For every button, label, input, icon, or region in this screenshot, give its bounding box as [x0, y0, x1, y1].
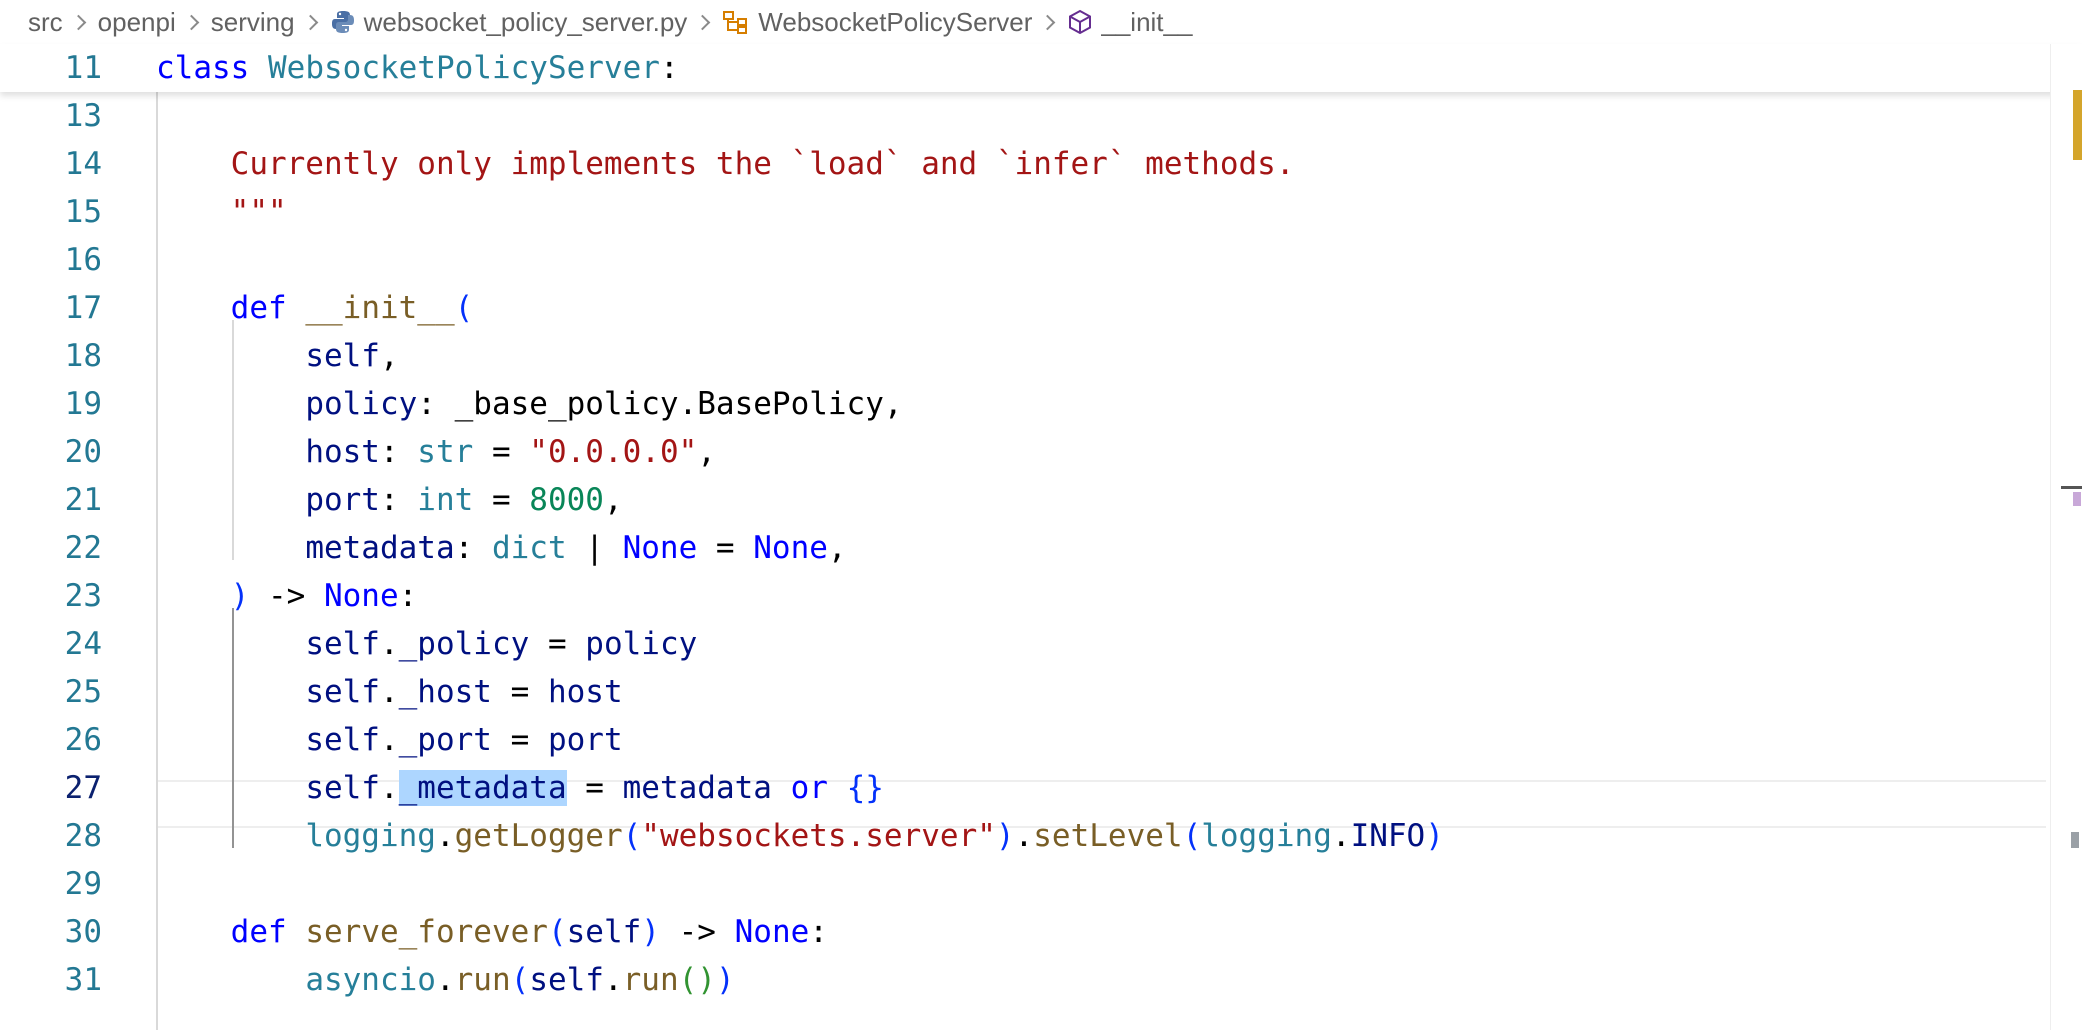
line-number: 11 [64, 50, 102, 86]
code-line: metadata: dict | None = None, [305, 530, 847, 566]
method-symbol-icon [1067, 9, 1093, 35]
python-file-icon [330, 9, 356, 35]
line-number: 24 [64, 626, 102, 662]
line-number: 30 [64, 914, 102, 950]
line-number: 14 [64, 146, 102, 182]
line-number: 28 [64, 818, 102, 854]
breadcrumb-item-src[interactable]: src [28, 7, 63, 38]
line-number: 29 [64, 866, 102, 902]
line-number: 13 [64, 98, 102, 134]
chevron-right-icon [1040, 14, 1056, 30]
line-number: 25 [64, 674, 102, 710]
code-editor[interactable]: 12 Serves a policy using the websocket p… [0, 44, 2082, 1030]
code-line: self._host = host [305, 674, 623, 710]
code-line: logging.getLogger("websockets.server").s… [305, 818, 1444, 854]
chevron-right-icon [183, 14, 200, 30]
line-number: 17 [64, 290, 102, 326]
line-number: 15 [64, 194, 102, 230]
code-line: asyncio.run(self.run()) [305, 962, 735, 998]
line-number: 20 [64, 434, 102, 470]
chevron-right-icon [70, 14, 86, 30]
class-symbol-icon [722, 9, 750, 35]
breadcrumb-item-file[interactable]: websocket_policy_server.py [330, 7, 687, 38]
breadcrumb-item-class[interactable]: WebsocketPolicyServer [722, 7, 1032, 38]
breadcrumb: src openpi serving websocket_policy_serv… [0, 0, 2082, 44]
line-number-active: 27 [64, 770, 102, 806]
sticky-scroll-header[interactable]: 11 class WebsocketPolicyServer: [0, 44, 2082, 92]
breadcrumb-item-method[interactable]: __init__ [1067, 7, 1192, 38]
breadcrumb-item-openpi[interactable]: openpi [98, 7, 176, 38]
line-number: 22 [64, 530, 102, 566]
overview-ruler-mark [2073, 492, 2081, 506]
highlighted-symbol[interactable]: _metadata [398, 770, 567, 806]
code-line: port: int = 8000, [305, 482, 623, 518]
breadcrumb-item-serving[interactable]: serving [211, 7, 295, 38]
code-line-active: self._metadata = metadata or {} [305, 770, 884, 806]
code-line: self, [305, 338, 399, 374]
code-line: self._port = port [305, 722, 623, 758]
line-number: 16 [64, 242, 102, 278]
line-number: 31 [64, 962, 102, 998]
chevron-right-icon [302, 14, 318, 30]
overview-ruler-mark [2073, 90, 2082, 160]
code-line: ) -> None: [230, 578, 418, 614]
line-number: 26 [64, 722, 102, 758]
code-line: host: str = "0.0.0.0", [305, 434, 716, 470]
sticky-code-line: class WebsocketPolicyServer: [156, 50, 679, 86]
overview-ruler-mark [2071, 832, 2079, 848]
line-number: 21 [64, 482, 102, 518]
vertical-scrollbar[interactable] [2050, 44, 2082, 1030]
line-number: 23 [64, 578, 102, 614]
line-number: 19 [64, 386, 102, 422]
code-line: policy: _base_policy.BasePolicy, [305, 386, 903, 422]
code-line: Currently only implements the `load` and… [156, 146, 1295, 182]
line-number: 18 [64, 338, 102, 374]
code-line: """ [156, 194, 287, 230]
code-line: self._policy = policy [305, 626, 698, 662]
chevron-right-icon [695, 14, 711, 30]
code-line: def serve_forever(self) -> None: [230, 914, 828, 950]
code-line: def __init__( [230, 290, 474, 326]
overview-ruler-cursor [2061, 486, 2082, 489]
